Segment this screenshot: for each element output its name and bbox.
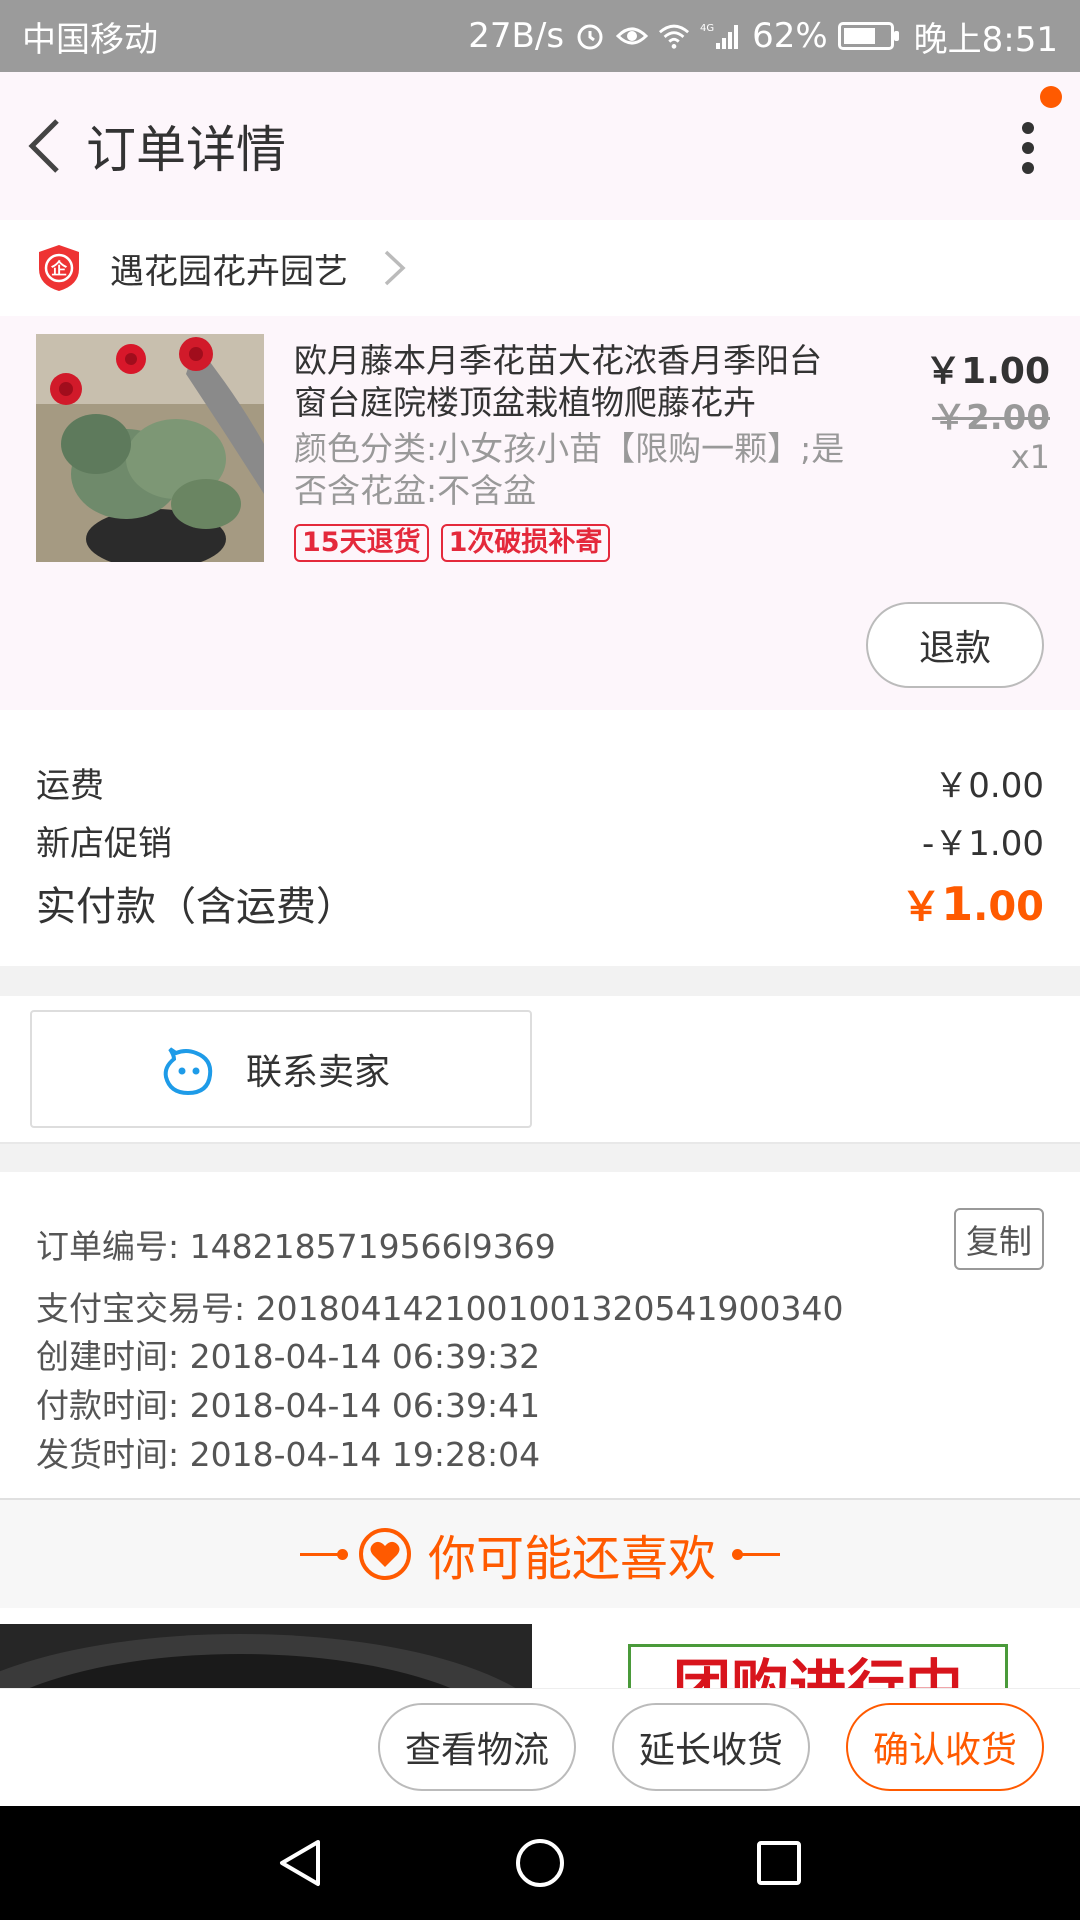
alarm-icon xyxy=(574,20,606,52)
total-currency: ￥ xyxy=(901,884,942,930)
svg-text:企: 企 xyxy=(50,259,68,278)
nav-home-icon[interactable] xyxy=(513,1836,567,1890)
wifi-icon xyxy=(658,20,690,52)
item-quantity: x1 xyxy=(1010,438,1050,476)
order-number: 订单编号: 1482185719566l9369 xyxy=(36,1227,556,1266)
tag-return: 15天退货 xyxy=(294,524,429,562)
section-divider xyxy=(0,966,1080,996)
divider-line xyxy=(299,1548,348,1560)
shop-row[interactable]: 企 遇花园花卉园艺 xyxy=(0,220,1080,316)
total-decimal: .00 xyxy=(973,884,1044,930)
recommend-list: 团购进行中 xyxy=(0,1608,1080,1688)
chevron-left-icon xyxy=(28,119,59,173)
chat-face-icon xyxy=(163,1047,213,1096)
product-title[interactable]: 欧月藤本月季花苗大花浓香月季阳台窗台庭院楼顶盆栽植物爬藤花卉 xyxy=(294,340,854,424)
recommend-banner-text: 团购进行中 xyxy=(628,1644,1008,1688)
item-price: ￥1.00 xyxy=(925,351,1050,392)
battery-percent: 62% xyxy=(752,16,828,56)
order-item[interactable]: 欧月藤本月季花苗大花浓香月季阳台窗台庭院楼顶盆栽植物爬藤花卉 颜色分类:小女孩小… xyxy=(0,316,1080,710)
total-value: ￥1.00 xyxy=(901,874,1044,932)
shipping-label: 运费 xyxy=(36,766,104,806)
contact-seller-label: 联系卖家 xyxy=(246,1052,391,1093)
status-bar: 中国移动 27B/s 4G 62% 晚上8:51 xyxy=(0,0,1080,72)
total-row: 实付款（含运费） ￥1.00 xyxy=(36,874,1044,932)
service-tags: 15天退货 1次破损补寄 xyxy=(294,524,611,562)
system-nav-bar xyxy=(0,1806,1080,1920)
order-info: 订单编号: 1482185719566l9369 复制 支付宝交易号: 2018… xyxy=(0,1172,1080,1500)
created-time: 创建时间: 2018-04-14 06:39:32 xyxy=(36,1337,541,1376)
item-original-price: ￥2.00 xyxy=(932,398,1050,438)
contact-seller-button[interactable]: 联系卖家 xyxy=(30,1010,532,1128)
recommend-item-image[interactable]: 团购进行中 xyxy=(548,1624,1080,1688)
heart-icon xyxy=(358,1528,411,1580)
shipped-time: 发货时间: 2018-04-14 19:28:04 xyxy=(36,1435,541,1474)
shipping-row: 运费 ￥0.00 xyxy=(36,758,1044,807)
divider-line xyxy=(732,1548,780,1560)
status-icons: 27B/s 4G 62% 晚上8:51 xyxy=(468,12,1058,61)
fee-summary: 运费 ￥0.00 新店促销 -￥1.00 实付款（含运费） ￥1.00 xyxy=(0,710,1080,966)
recommend-title: 你可能还喜欢 xyxy=(427,1531,716,1587)
nav-recents-icon[interactable] xyxy=(752,1836,806,1890)
view-logistics-button[interactable]: 查看物流 xyxy=(378,1703,576,1791)
action-bar: 查看物流 延长收货 确认收货 xyxy=(0,1688,1080,1806)
paid-time: 付款时间: 2018-04-14 06:39:41 xyxy=(36,1386,541,1425)
recommend-item-image[interactable] xyxy=(0,1624,532,1688)
app-header: 订单详情 xyxy=(0,72,1080,220)
extend-receipt-button[interactable]: 延长收货 xyxy=(612,1703,810,1791)
clock: 晚上8:51 xyxy=(913,19,1058,60)
more-menu-button[interactable] xyxy=(1016,114,1040,184)
section-divider xyxy=(0,1144,1080,1172)
tag-damage: 1次破损补寄 xyxy=(440,524,611,562)
network-speed: 27B/s xyxy=(468,16,565,56)
back-button[interactable] xyxy=(14,116,74,176)
product-image[interactable] xyxy=(36,334,264,562)
contact-section: 联系卖家 xyxy=(0,996,1080,1144)
signal-icon: 4G xyxy=(700,20,742,52)
battery-icon xyxy=(837,22,899,50)
shop-badge-icon: 企 xyxy=(39,245,79,291)
confirm-receipt-button[interactable]: 确认收货 xyxy=(846,1703,1044,1791)
alipay-number: 支付宝交易号: 2018041421001001320541900340 xyxy=(36,1289,844,1328)
shop-name: 遇花园花卉园艺 xyxy=(110,251,348,292)
total-integer: 1 xyxy=(941,877,974,931)
carrier-label: 中国移动 xyxy=(22,19,158,60)
promo-row: 新店促销 -￥1.00 xyxy=(36,816,1044,865)
recommend-header: 你可能还喜欢 xyxy=(0,1500,1080,1608)
copy-button[interactable]: 复制 xyxy=(954,1208,1044,1270)
product-sku: 颜色分类:小女孩小苗【限购一颗】;是否含花盆:不含盆 xyxy=(294,429,845,510)
promo-label: 新店促销 xyxy=(36,824,172,864)
notification-dot xyxy=(1040,86,1062,108)
svg-text:4G: 4G xyxy=(700,23,714,34)
page-title: 订单详情 xyxy=(86,121,286,179)
total-label: 实付款（含运费） xyxy=(36,884,356,930)
promo-value: -￥1.00 xyxy=(922,824,1044,864)
eye-icon xyxy=(616,20,649,52)
refund-button[interactable]: 退款 xyxy=(866,602,1044,688)
chevron-right-icon xyxy=(384,250,406,286)
nav-back-icon[interactable] xyxy=(274,1836,328,1890)
shipping-value: ￥0.00 xyxy=(934,766,1044,806)
